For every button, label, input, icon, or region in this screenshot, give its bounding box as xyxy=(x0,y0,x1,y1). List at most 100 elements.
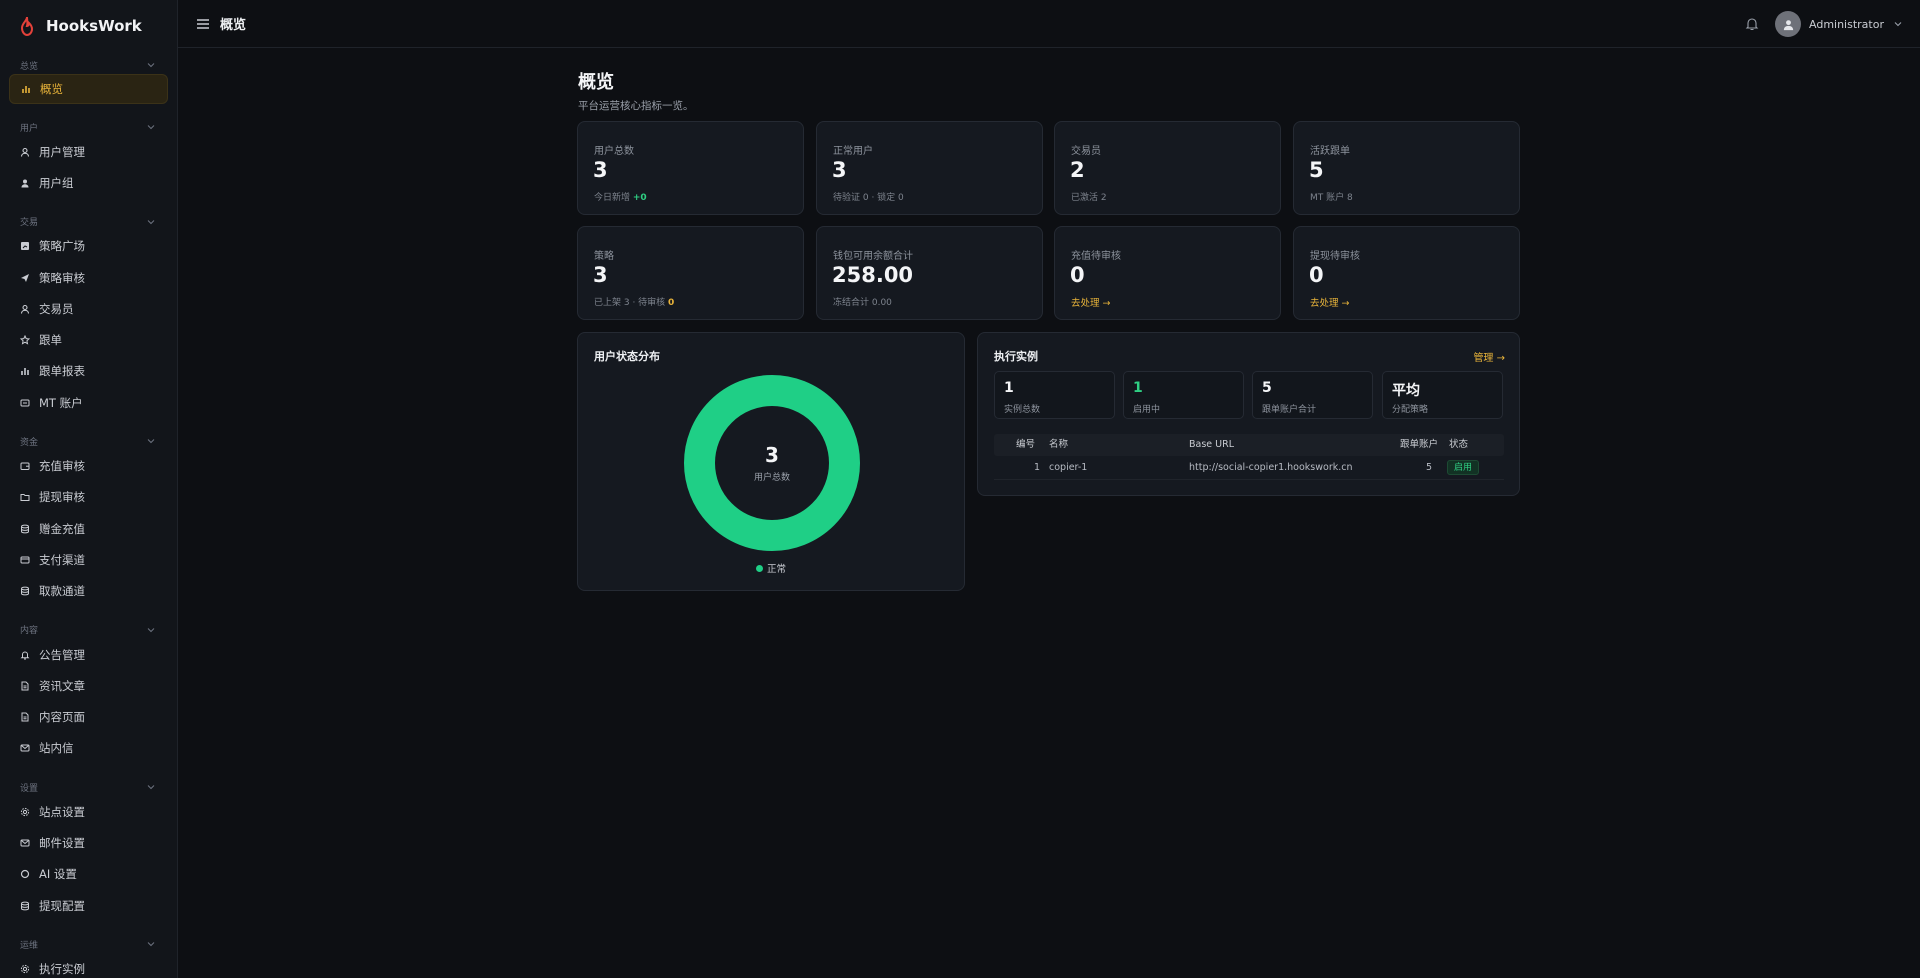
user-status-panel: 用户状态分布 3 用户总数 正常 xyxy=(577,332,965,591)
bar-chart-icon xyxy=(21,84,31,94)
sidebar-item[interactable]: 跟单报表 xyxy=(0,356,177,387)
chevron-down-icon[interactable] xyxy=(147,61,155,69)
user-icon xyxy=(20,304,30,314)
menu-icon[interactable] xyxy=(196,17,210,31)
sidebar-item[interactable]: 交易员 xyxy=(0,293,177,324)
nav-group-title[interactable]: 资金 xyxy=(0,432,177,450)
sidebar-item[interactable]: 策略审核 xyxy=(0,262,177,293)
chevron-down-icon[interactable] xyxy=(147,218,155,226)
stat-value: 258.00 xyxy=(832,263,914,287)
stat-value: 5 xyxy=(1309,158,1324,182)
donut-center-value: 3 xyxy=(765,443,779,467)
nav-group: 交易 策略广场 策略审核交易员跟单 跟单报表 MT 账户 xyxy=(0,213,177,419)
manage-link[interactable]: 管理 → xyxy=(1473,349,1505,364)
user-name[interactable]: Administrator xyxy=(1809,18,1884,31)
sidebar-item[interactable]: 概览 xyxy=(9,74,168,104)
col-accounts: 跟单账户 xyxy=(1400,439,1439,450)
sidebar-item-label: 内容页面 xyxy=(39,710,85,725)
page-subtitle: 平台运营核心指标一览。 xyxy=(578,100,694,112)
sidebar-item-label: 提现审核 xyxy=(39,490,85,505)
sidebar-item[interactable]: 站内信 xyxy=(0,733,177,764)
stat-value: 0 xyxy=(1070,263,1085,287)
sidebar-item[interactable]: 提现审核 xyxy=(0,482,177,513)
chevron-down-icon[interactable] xyxy=(1894,20,1902,28)
cell-accounts: 5 xyxy=(1426,462,1433,473)
bell-icon[interactable] xyxy=(1745,17,1759,31)
sidebar-item[interactable]: 邮件设置 xyxy=(0,827,177,858)
summary-label: 跟单账户合计 xyxy=(1262,405,1317,415)
sidebar-item[interactable]: 充值审核 xyxy=(0,450,177,481)
sidebar-item[interactable]: 用户管理 xyxy=(0,136,177,167)
sidebar-item-label: 用户管理 xyxy=(39,144,85,159)
table-row[interactable]: 1 copier-1 http://social-copier1.hookswo… xyxy=(994,456,1504,480)
cell-name: copier-1 xyxy=(1049,462,1088,473)
sidebar-item-label: 交易员 xyxy=(39,301,74,316)
stat-card-total-users: 用户总数 3 今日新增 +0 xyxy=(577,121,804,215)
nav-group: 运维 执行实例 xyxy=(0,935,177,978)
stat-label: 正常用户 xyxy=(833,146,873,157)
col-name: 名称 xyxy=(1049,439,1069,450)
sidebar-item[interactable]: 跟单 xyxy=(0,324,177,355)
chevron-down-icon[interactable] xyxy=(147,626,155,634)
users-icon xyxy=(20,178,30,188)
document-icon xyxy=(20,681,30,691)
stat-card-traders: 交易员 2 已激活 2 xyxy=(1054,121,1281,215)
chevron-down-icon[interactable] xyxy=(147,437,155,445)
mail-icon xyxy=(20,838,30,848)
nav-group-title[interactable]: 总览 xyxy=(0,56,177,74)
nav-group-label: 设置 xyxy=(20,783,39,794)
sidebar-item[interactable]: 支付渠道 xyxy=(0,544,177,575)
circle-icon xyxy=(20,869,30,879)
stat-label: 钱包可用余额合计 xyxy=(833,251,913,262)
stat-card-active-copy: 活跃跟单 5 MT 账户 8 xyxy=(1293,121,1520,215)
sidebar-item[interactable]: 公告管理 xyxy=(0,639,177,670)
document-icon xyxy=(20,712,30,722)
card-icon xyxy=(20,398,30,408)
chevron-down-icon[interactable] xyxy=(147,123,155,131)
nav-group-title[interactable]: 交易 xyxy=(0,213,177,231)
stat-foot-value: +0 xyxy=(632,193,647,203)
nav-group-title[interactable]: 内容 xyxy=(0,621,177,639)
nav-group-label: 用户 xyxy=(20,123,39,134)
go-process-link[interactable]: 去处理 → xyxy=(1310,295,1349,309)
star-icon xyxy=(20,335,30,345)
sidebar-item[interactable]: 提现配置 xyxy=(0,890,177,921)
sidebar-item-label: 站内信 xyxy=(39,741,74,756)
folder-icon xyxy=(20,492,30,502)
avatar[interactable] xyxy=(1775,11,1801,37)
page-title: 概览 xyxy=(578,72,614,93)
chevron-down-icon[interactable] xyxy=(147,940,155,948)
summary-value: 平均 xyxy=(1392,383,1420,399)
sidebar-item[interactable]: 取款通道 xyxy=(0,576,177,607)
stat-label: 充值待审核 xyxy=(1071,251,1121,262)
sidebar-item[interactable]: 执行实例 xyxy=(0,953,177,978)
nav-group-title[interactable]: 设置 xyxy=(0,778,177,796)
summary-accounts: 5 跟单账户合计 xyxy=(1252,371,1373,419)
sidebar-item[interactable]: AI 设置 xyxy=(0,859,177,890)
nav-group-title[interactable]: 运维 xyxy=(0,935,177,953)
stat-card-strategies: 策略 3 已上架 3 · 待审核 0 xyxy=(577,226,804,320)
table-header: 编号 名称 Base URL 跟单账户 状态 xyxy=(994,434,1504,456)
sidebar-item-label: AI 设置 xyxy=(39,867,77,882)
sidebar-item[interactable]: 站点设置 xyxy=(0,796,177,827)
chevron-down-icon[interactable] xyxy=(147,783,155,791)
stat-foot: 已激活 2 xyxy=(1071,193,1107,203)
col-status: 状态 xyxy=(1449,439,1469,450)
sidebar-item[interactable]: 策略广场 xyxy=(0,231,177,262)
sidebar-item[interactable]: 用户组 xyxy=(0,167,177,198)
nav-group-label: 总览 xyxy=(20,61,39,72)
nav-group: 用户 用户管理用户组 xyxy=(0,118,177,199)
sidebar-item[interactable]: 赠金充值 xyxy=(0,513,177,544)
summary-strategy: 平均 分配策略 xyxy=(1382,371,1503,419)
go-process-link[interactable]: 去处理 → xyxy=(1071,295,1110,309)
user-icon xyxy=(20,147,30,157)
stat-foot: 待验证 0 · 锁定 0 xyxy=(833,193,904,203)
sidebar-item[interactable]: 资讯文章 xyxy=(0,670,177,701)
sidebar-item[interactable]: 内容页面 xyxy=(0,701,177,732)
sidebar-item[interactable]: MT 账户 xyxy=(0,387,177,418)
instances-table: 编号 名称 Base URL 跟单账户 状态 1 copier-1 http:/… xyxy=(994,434,1504,480)
stat-card-wallet: 钱包可用余额合计 258.00 冻结合计 0.00 xyxy=(816,226,1043,320)
nav-group-title[interactable]: 用户 xyxy=(0,118,177,136)
brand[interactable]: HooksWork xyxy=(0,0,177,52)
stat-value: 3 xyxy=(593,158,608,182)
